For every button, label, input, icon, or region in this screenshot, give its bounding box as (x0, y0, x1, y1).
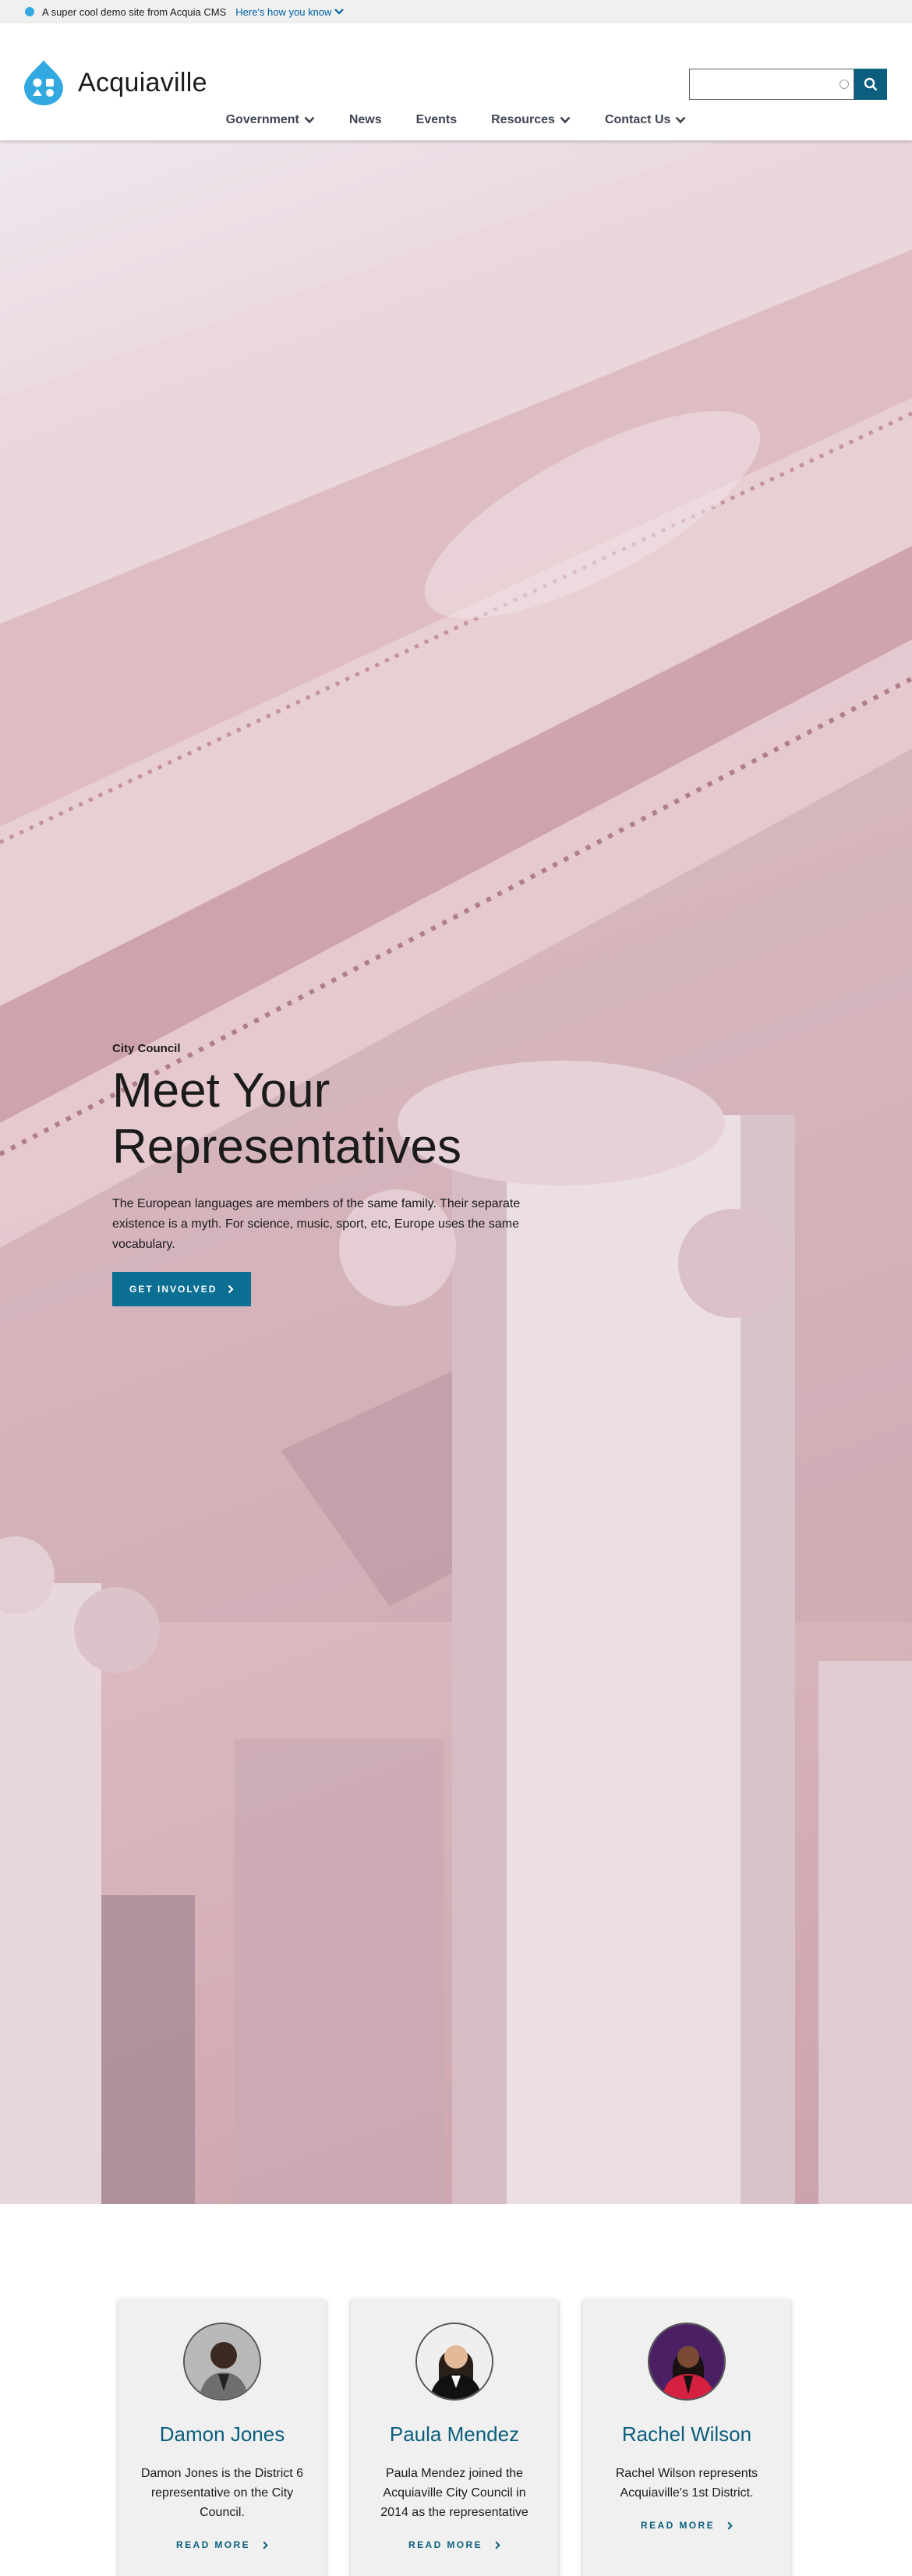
hero-title: Meet Your Representatives (112, 1064, 462, 1174)
acquiaville-logo-icon (24, 60, 63, 105)
banner-text: A super cool demo site from Acquia CMS (42, 5, 227, 18)
read-more-label: READ MORE (176, 2539, 250, 2550)
chevron-down-icon (675, 116, 686, 124)
representative-description: Paula Mendez joined the Acquiaville City… (380, 2467, 528, 2519)
representative-name: Rachel Wilson (621, 2422, 752, 2446)
nav-item-label: Events (415, 113, 458, 126)
representative-description: Damon Jones is the District 6 representa… (140, 2467, 304, 2519)
chevron-down-icon (560, 116, 571, 124)
nav-item-events[interactable]: Events (399, 113, 474, 127)
representative-description: Rachel Wilson represents Acquiaville's 1… (615, 2467, 758, 2500)
banner-link-label: Here's how you know (235, 5, 332, 18)
representative-card: Paula Mendez Paula Mendez joined the Acq… (351, 2299, 558, 2576)
search-button[interactable] (854, 69, 887, 100)
nav-item-label: Government (225, 113, 299, 126)
chevron-right-icon (228, 1284, 235, 1294)
chevron-right-icon (495, 2541, 500, 2549)
banner-flag-icon (25, 7, 34, 16)
representative-name: Damon Jones (159, 2422, 285, 2446)
hero-eyebrow: City Council (112, 1042, 181, 1055)
avatar (648, 2323, 726, 2401)
hero-content: City Council Meet Your Representatives T… (112, 1042, 549, 1306)
chevron-right-icon (263, 2541, 268, 2549)
site-banner: A super cool demo site from Acquia CMS H… (0, 0, 912, 23)
hero-description: The European languages are members of th… (112, 1197, 521, 1251)
nav-item-label: Resources (491, 113, 555, 126)
representative-name: Paula Mendez (389, 2422, 520, 2446)
main-navigation: Government News Events Resources Contact… (0, 113, 912, 127)
site-header: Acquiaville Government News Events Resou… (0, 23, 912, 140)
nav-item-resources[interactable]: Resources (474, 113, 588, 127)
site-logo-link[interactable]: Acquiaville (23, 59, 207, 106)
chevron-right-icon (727, 2521, 733, 2529)
loading-spinner-icon (840, 80, 849, 89)
nav-item-government[interactable]: Government (209, 113, 332, 127)
search-form (689, 69, 887, 100)
get-involved-button[interactable]: GET INVOLVED (112, 1272, 252, 1306)
site-name: Acquiaville (78, 67, 207, 97)
representative-card: Damon Jones Damon Jones is the District … (118, 2299, 326, 2576)
chevron-down-icon (334, 9, 345, 15)
read-more-link[interactable]: READ MORE (408, 2539, 500, 2550)
cta-label: GET INVOLVED (129, 1284, 217, 1295)
read-more-label: READ MORE (641, 2520, 715, 2531)
avatar (183, 2323, 261, 2401)
read-more-label: READ MORE (408, 2539, 483, 2550)
nav-item-contact-us[interactable]: Contact Us (588, 113, 703, 127)
nav-item-label: Contact Us (604, 113, 671, 126)
read-more-link[interactable]: READ MORE (641, 2520, 733, 2531)
read-more-link[interactable]: READ MORE (176, 2539, 268, 2550)
representative-card: Rachel Wilson Rachel Wilson represents A… (583, 2299, 790, 2576)
search-icon (864, 77, 878, 91)
chevron-down-icon (304, 116, 315, 124)
hero-section: City Council Meet Your Representatives T… (0, 140, 912, 2204)
nav-item-label: News (348, 113, 382, 126)
banner-how-you-know-link[interactable]: Here's how you know (235, 5, 345, 18)
search-input[interactable] (689, 69, 854, 100)
representatives-list: Damon Jones Damon Jones is the District … (118, 2299, 790, 2576)
nav-item-news[interactable]: News (332, 113, 399, 127)
avatar (415, 2323, 493, 2401)
